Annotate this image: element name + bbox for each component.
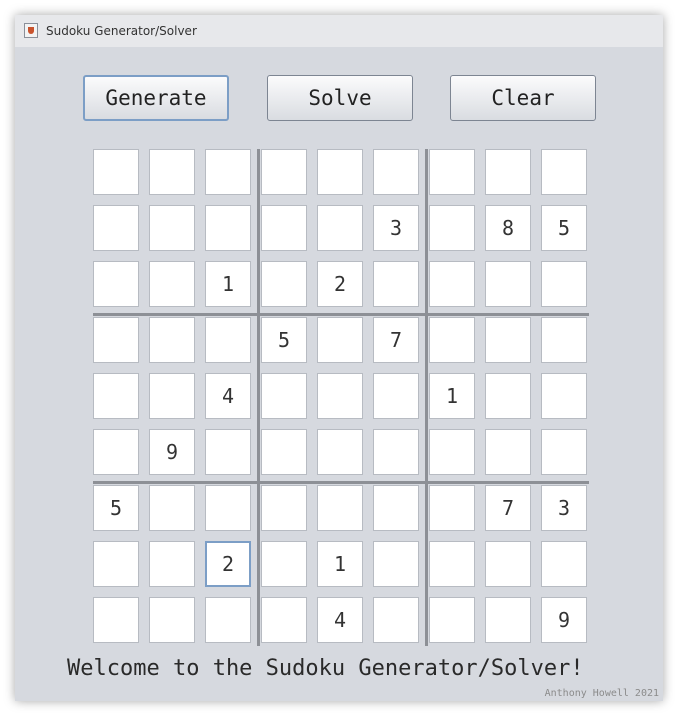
sudoku-cell-r6c6[interactable] [373,429,419,475]
sudoku-cell-r6c9[interactable] [541,429,587,475]
sudoku-cell-r8c4[interactable] [261,541,307,587]
status-message: Welcome to the Sudoku Generator/Solver! [67,656,584,681]
sudoku-cell-r3c6[interactable] [373,261,419,307]
block-divider-vertical [257,149,260,646]
sudoku-cell-r7c5[interactable] [317,485,363,531]
sudoku-cell-r8c3[interactable]: 2 [205,541,251,587]
sudoku-cell-r8c6[interactable] [373,541,419,587]
sudoku-cell-r9c6[interactable] [373,597,419,643]
block-divider-horizontal [93,313,589,316]
sudoku-cell-r5c4[interactable] [261,373,307,419]
sudoku-cell-r3c7[interactable] [429,261,475,307]
sudoku-cell-r5c6[interactable] [373,373,419,419]
sudoku-cell-r7c7[interactable] [429,485,475,531]
sudoku-cell-r9c9[interactable]: 9 [541,597,587,643]
sudoku-cell-r4c7[interactable] [429,317,475,363]
sudoku-cell-r9c8[interactable] [485,597,531,643]
sudoku-cell-r6c4[interactable] [261,429,307,475]
sudoku-cell-r7c4[interactable] [261,485,307,531]
sudoku-cell-r3c4[interactable] [261,261,307,307]
sudoku-cell-r4c9[interactable] [541,317,587,363]
sudoku-cell-r2c3[interactable] [205,205,251,251]
sudoku-cell-r4c3[interactable] [205,317,251,363]
sudoku-cell-r5c1[interactable] [93,373,139,419]
sudoku-cell-r6c1[interactable] [93,429,139,475]
java-app-icon [24,23,38,38]
sudoku-cell-r7c3[interactable] [205,485,251,531]
block-divider-horizontal [93,481,589,484]
sudoku-cell-r3c9[interactable] [541,261,587,307]
sudoku-cell-r4c8[interactable] [485,317,531,363]
sudoku-cell-r2c5[interactable] [317,205,363,251]
sudoku-cell-r3c8[interactable] [485,261,531,307]
sudoku-cell-r1c5[interactable] [317,149,363,195]
sudoku-cell-r9c1[interactable] [93,597,139,643]
title-bar: Sudoku Generator/Solver [15,15,663,47]
sudoku-cell-r7c6[interactable] [373,485,419,531]
sudoku-cell-r2c4[interactable] [261,205,307,251]
sudoku-cell-r8c2[interactable] [149,541,195,587]
sudoku-cell-r9c5[interactable]: 4 [317,597,363,643]
sudoku-cell-r1c1[interactable] [93,149,139,195]
sudoku-cell-r3c3[interactable]: 1 [205,261,251,307]
sudoku-cell-r6c7[interactable] [429,429,475,475]
sudoku-cell-r5c5[interactable] [317,373,363,419]
sudoku-cell-r4c1[interactable] [93,317,139,363]
sudoku-cell-r4c4[interactable]: 5 [261,317,307,363]
sudoku-cell-r9c7[interactable] [429,597,475,643]
sudoku-cell-r5c9[interactable] [541,373,587,419]
app-window: Sudoku Generator/Solver Generate Solve C… [15,15,663,701]
sudoku-grid: 38512574195732149 [93,149,589,646]
sudoku-cell-r1c6[interactable] [373,149,419,195]
sudoku-cell-r1c3[interactable] [205,149,251,195]
sudoku-cell-r6c3[interactable] [205,429,251,475]
sudoku-cell-r3c1[interactable] [93,261,139,307]
sudoku-cell-r1c8[interactable] [485,149,531,195]
clear-button[interactable]: Clear [450,75,596,121]
sudoku-cell-r8c7[interactable] [429,541,475,587]
sudoku-cell-r9c2[interactable] [149,597,195,643]
sudoku-cell-r5c3[interactable]: 4 [205,373,251,419]
sudoku-cell-r8c5[interactable]: 1 [317,541,363,587]
solve-button[interactable]: Solve [267,75,413,121]
sudoku-cell-r1c2[interactable] [149,149,195,195]
sudoku-cell-r2c9[interactable]: 5 [541,205,587,251]
sudoku-cell-r5c2[interactable] [149,373,195,419]
author-credit: Anthony Howell 2021 [544,688,659,699]
sudoku-cell-r7c9[interactable]: 3 [541,485,587,531]
sudoku-cell-r5c7[interactable]: 1 [429,373,475,419]
sudoku-cell-r8c8[interactable] [485,541,531,587]
sudoku-cell-r1c9[interactable] [541,149,587,195]
sudoku-cell-r9c3[interactable] [205,597,251,643]
sudoku-cell-r2c7[interactable] [429,205,475,251]
sudoku-cell-r4c5[interactable] [317,317,363,363]
window-title: Sudoku Generator/Solver [46,24,197,38]
sudoku-cell-r4c6[interactable]: 7 [373,317,419,363]
sudoku-cell-r7c2[interactable] [149,485,195,531]
sudoku-cell-r3c5[interactable]: 2 [317,261,363,307]
sudoku-cell-r8c9[interactable] [541,541,587,587]
sudoku-cell-r7c1[interactable]: 5 [93,485,139,531]
sudoku-cell-r4c2[interactable] [149,317,195,363]
sudoku-cell-r2c2[interactable] [149,205,195,251]
block-divider-vertical [425,149,428,646]
sudoku-cell-r2c1[interactable] [93,205,139,251]
sudoku-cell-r6c8[interactable] [485,429,531,475]
sudoku-cell-r2c6[interactable]: 3 [373,205,419,251]
sudoku-cell-r6c2[interactable]: 9 [149,429,195,475]
sudoku-cell-r1c7[interactable] [429,149,475,195]
sudoku-cell-r6c5[interactable] [317,429,363,475]
sudoku-cell-r9c4[interactable] [261,597,307,643]
sudoku-cell-r1c4[interactable] [261,149,307,195]
sudoku-cell-r2c8[interactable]: 8 [485,205,531,251]
sudoku-cell-r3c2[interactable] [149,261,195,307]
sudoku-cell-r5c8[interactable] [485,373,531,419]
generate-button[interactable]: Generate [83,75,229,121]
sudoku-cell-r7c8[interactable]: 7 [485,485,531,531]
sudoku-cell-r8c1[interactable] [93,541,139,587]
